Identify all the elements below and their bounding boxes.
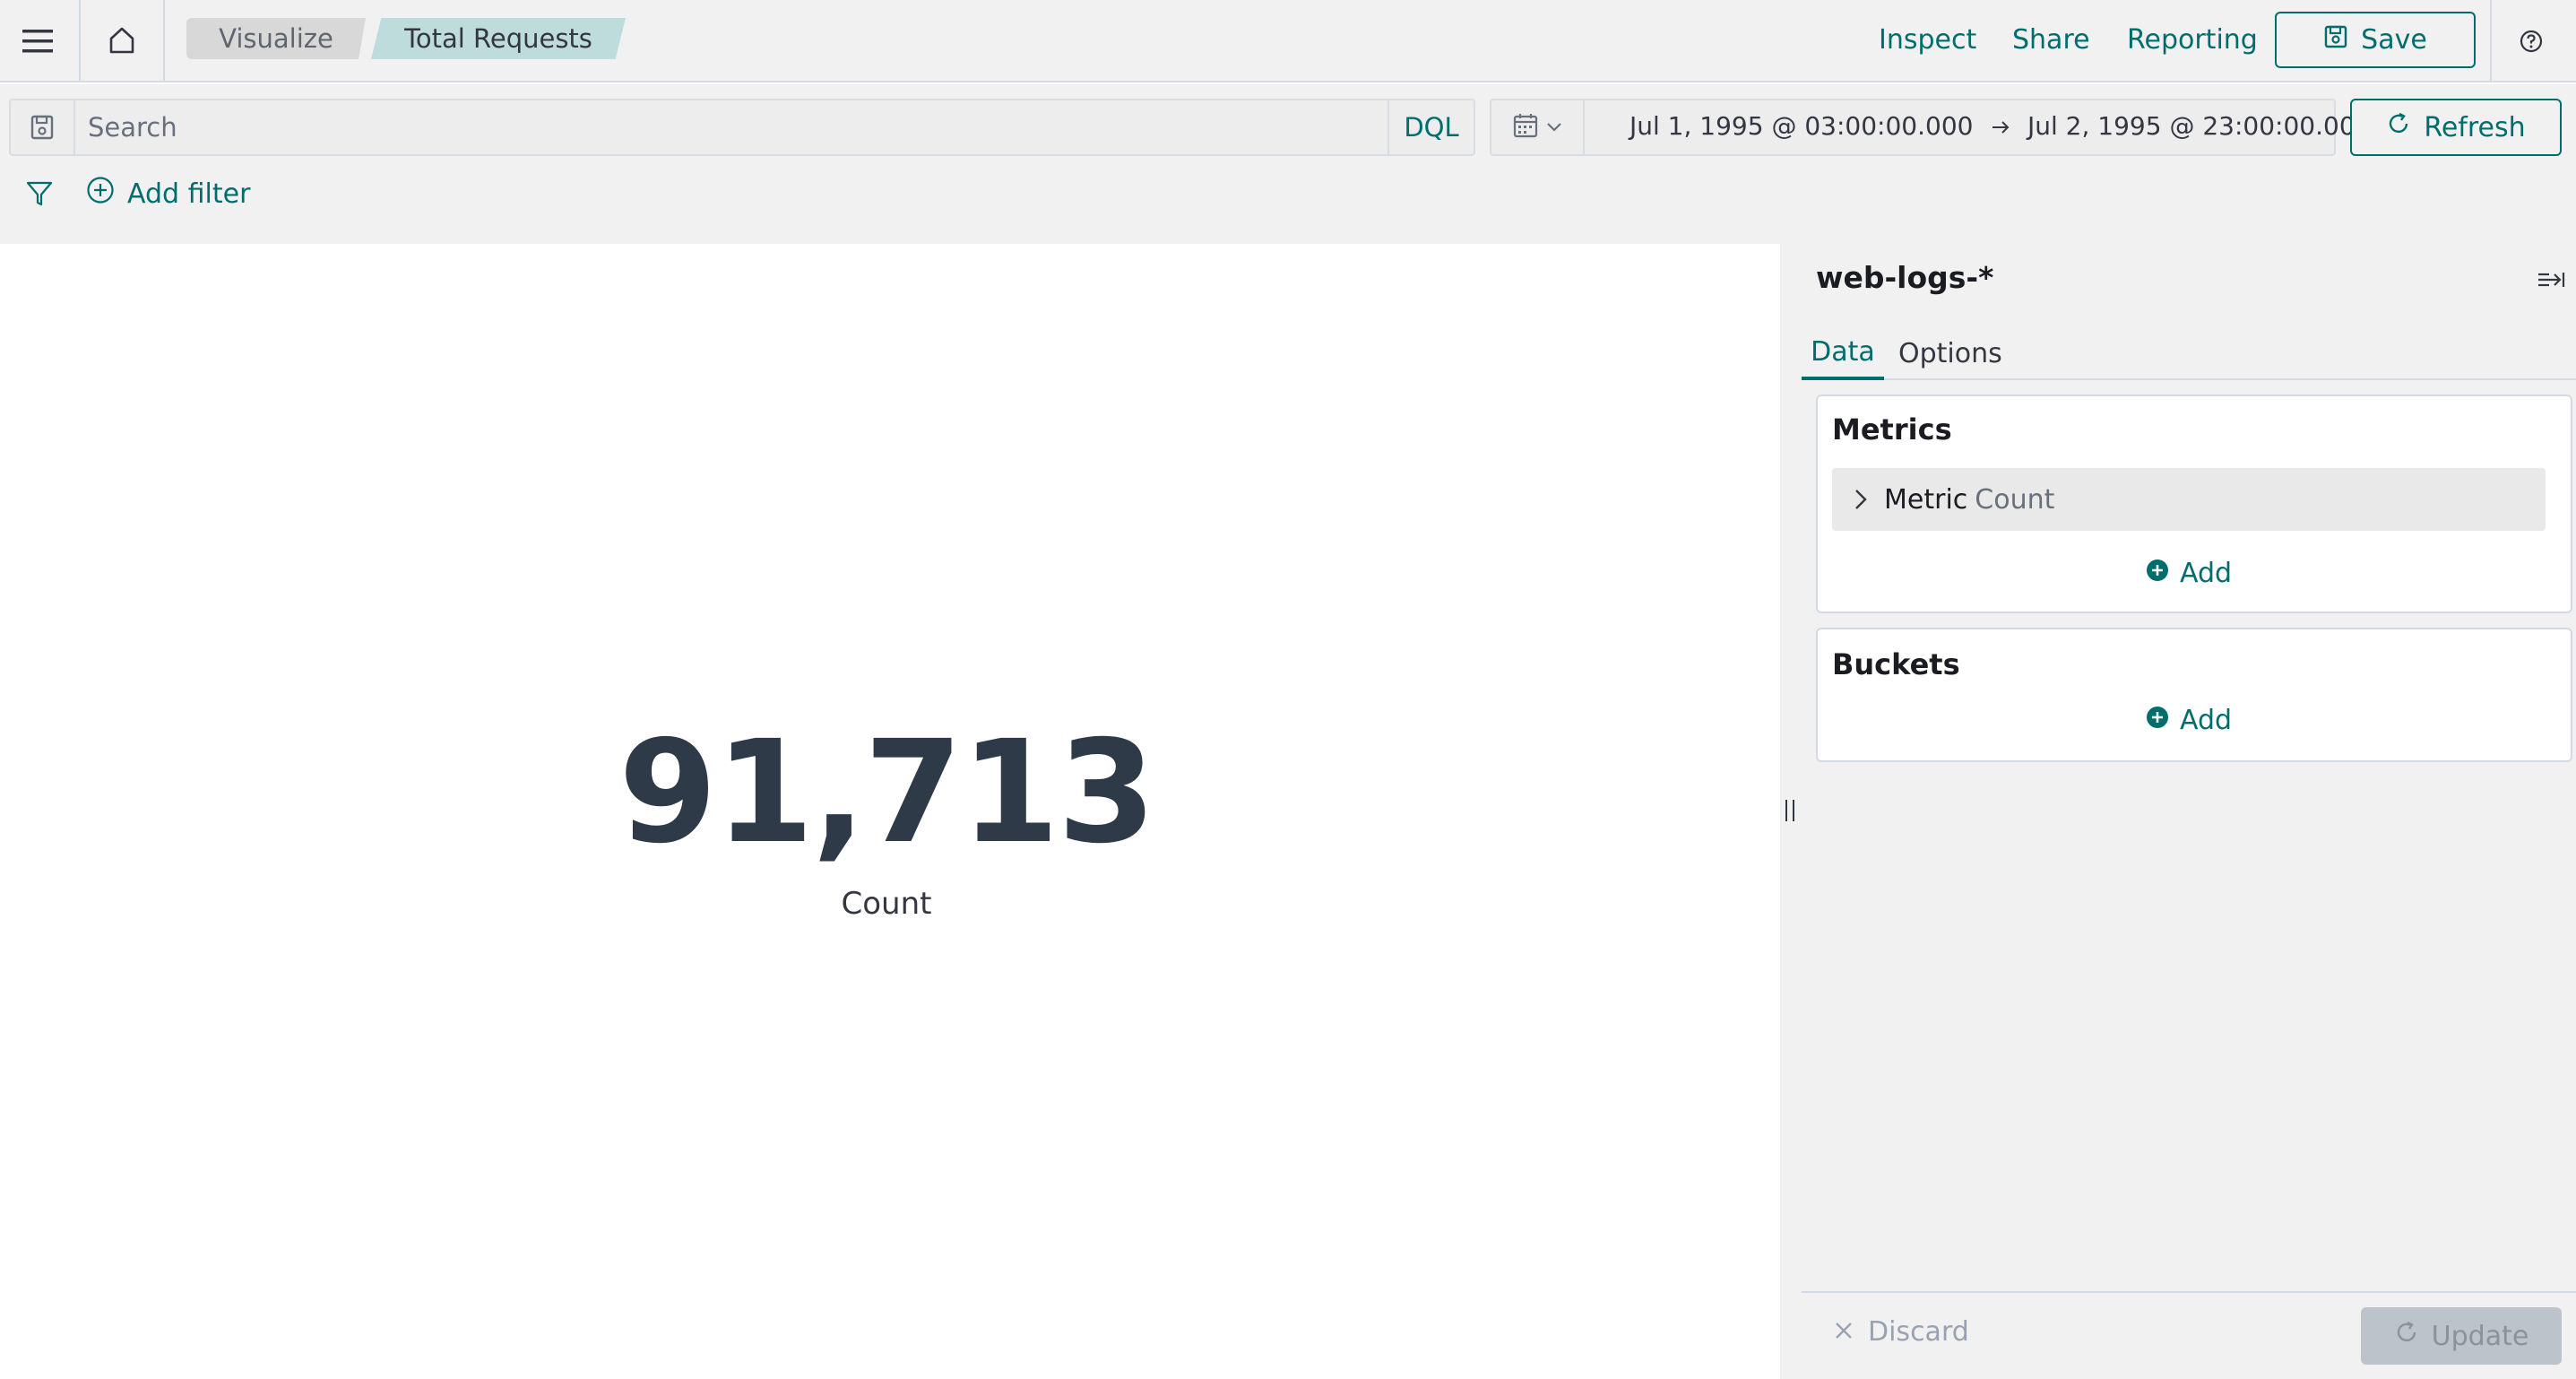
date-picker: Jul 1, 1995 @ 03:00:00.000 Jul 2, 1995 @… — [1490, 99, 2371, 156]
collapse-sidebar-icon[interactable] — [2537, 267, 2565, 296]
menu-icon[interactable] — [16, 22, 59, 61]
discard-button[interactable]: Discard — [1834, 1316, 1969, 1348]
save-icon — [2323, 24, 2348, 56]
add-metric-button[interactable]: Add — [2146, 558, 2232, 589]
metrics-title: Metrics — [1832, 412, 1952, 447]
metric-item-name: Count — [1975, 483, 2055, 516]
sidebar-tabs: Data Options — [1802, 326, 2576, 380]
discard-label: Discard — [1868, 1316, 1969, 1348]
plus-circle-icon — [2146, 558, 2169, 589]
search-input[interactable] — [88, 108, 1387, 147]
plus-circle-icon — [86, 176, 115, 212]
add-bucket-label: Add — [2180, 705, 2233, 736]
query-bar: DQL Jul 1, 1995 @ 03:00:00.000 Jul 2, 19… — [0, 84, 2576, 244]
breadcrumb-current-visualization: Total Requests — [371, 18, 626, 59]
visualization-canvas: 91,713 Count — [0, 244, 1780, 1379]
add-bucket-button[interactable]: Add — [2146, 705, 2232, 736]
metric-value: 91,713 — [618, 710, 1156, 875]
buckets-title: Buckets — [1832, 647, 1960, 681]
chevron-right-icon — [1854, 488, 1868, 511]
update-button[interactable]: Update — [2361, 1307, 2562, 1365]
save-button[interactable]: Save — [2275, 12, 2476, 68]
tab-data[interactable]: Data — [1802, 326, 1884, 380]
refresh-icon — [2394, 1320, 2419, 1352]
close-icon — [1834, 1316, 1854, 1348]
metric-item-prefix: Metric — [1884, 483, 1968, 516]
date-start[interactable]: Jul 1, 1995 @ 03:00:00.000 — [1629, 111, 1973, 141]
refresh-label: Refresh — [2424, 111, 2526, 143]
header-divider — [163, 0, 165, 82]
add-filter-label: Add filter — [127, 178, 251, 210]
editor-sidebar: web-logs-* Data Options Metrics Metric C… — [1802, 244, 2576, 1379]
quick-date-menu-button[interactable] — [1491, 100, 1585, 154]
index-pattern-title: web-logs-* — [1816, 260, 1994, 295]
save-label: Save — [2361, 24, 2427, 56]
refresh-button[interactable]: Refresh — [2350, 99, 2562, 156]
metric-label: Count — [841, 886, 932, 922]
filter-icon[interactable] — [25, 179, 54, 212]
buckets-panel: Buckets Add — [1816, 628, 2572, 762]
add-metric-label: Add — [2180, 558, 2233, 589]
help-icon[interactable] — [2515, 25, 2547, 57]
chevron-down-icon — [1546, 119, 1562, 136]
query-language-button[interactable]: DQL — [1387, 100, 1474, 154]
update-label: Update — [2431, 1320, 2529, 1352]
breadcrumb-visualize[interactable]: Visualize — [186, 18, 366, 59]
tab-options[interactable]: Options — [1898, 326, 2002, 380]
header-divider — [79, 0, 81, 82]
inspect-link[interactable]: Inspect — [1879, 20, 1976, 59]
top-navigation-bar: Visualize Total Requests Inspect Share R… — [0, 0, 2576, 82]
filter-bar: Add filter — [0, 170, 2576, 224]
saved-query-icon[interactable] — [11, 100, 75, 154]
plus-circle-icon — [2146, 705, 2169, 736]
panel-resize-handle[interactable] — [1780, 244, 1802, 1379]
resize-grip-icon — [1785, 800, 1794, 821]
reporting-link[interactable]: Reporting — [2127, 20, 2258, 59]
header-divider — [2490, 0, 2492, 82]
home-icon[interactable] — [100, 20, 143, 61]
arrow-right-icon — [1990, 117, 2011, 142]
metric-count-accordion[interactable]: Metric Count — [1832, 468, 2546, 531]
refresh-icon — [2386, 111, 2411, 143]
metrics-panel: Metrics Metric Count Add — [1816, 395, 2572, 613]
calendar-icon — [1512, 112, 1539, 143]
search-bar: DQL — [9, 99, 1475, 156]
sidebar-footer: Discard Update — [1802, 1291, 2576, 1379]
add-filter-button[interactable]: Add filter — [86, 176, 250, 212]
date-end[interactable]: Jul 2, 1995 @ 23:00:00.000 — [2027, 111, 2371, 141]
share-link[interactable]: Share — [2012, 20, 2090, 59]
